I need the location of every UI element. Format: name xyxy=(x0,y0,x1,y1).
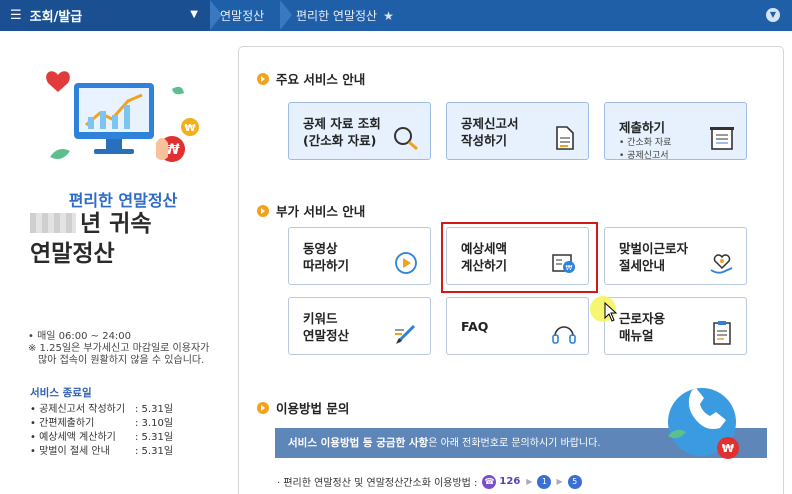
page-title: 년 귀속 연말정산 xyxy=(30,209,152,269)
breadcrumb-label: 편리한 연말정산 xyxy=(296,9,378,23)
breadcrumb-separator xyxy=(280,0,294,31)
list-item: • 공제신고서 작성하기 : 5.31일 xyxy=(30,403,230,417)
item-date: : 5.31일 xyxy=(135,404,174,415)
left-panel: ₩ ₩ 편리한 연말정산 년 귀속 연말정산 • 매일 06:00 ~ 24:0… xyxy=(0,31,238,494)
banner-text: 은 아래 전화번호로 문의하시기 바랍니다. xyxy=(428,438,601,449)
notice-line2: 많아 접속이 원활하지 않을 수 있습니다. xyxy=(38,355,205,366)
bullet-play-icon xyxy=(257,204,269,217)
item-date: : 5.31일 xyxy=(135,432,174,443)
item-name: • 간편제출하기 xyxy=(30,418,95,429)
headset-icon xyxy=(552,326,576,344)
phone-illustration: ₩ xyxy=(668,388,739,459)
footer-usage: · 편리한 연말정산 및 연말정산간소화 이용방법 : ☎ 126 ▶ 1 ▶ … xyxy=(277,474,585,489)
card-submit[interactable]: 제출하기 • 간소화 자료 • 공제신고서 xyxy=(604,102,747,161)
service-end-list: • 공제신고서 작성하기 : 5.31일 • 간편제출하기 : 3.10일 • 예상… xyxy=(30,403,230,459)
manual-icon xyxy=(713,321,731,345)
section-contact: 이용방법 문의 xyxy=(257,398,349,417)
step-badge: 5 xyxy=(567,474,582,489)
monitor-illustration: ₩ ₩ xyxy=(46,71,199,162)
play-icon xyxy=(395,252,417,274)
document-icon xyxy=(556,126,574,150)
section-title: 주요 서비스 안내 xyxy=(276,72,366,87)
card-label: 공제신고서 작성하기 xyxy=(461,116,519,148)
bullet-play-icon xyxy=(257,72,269,85)
card-keyword-year-end[interactable]: 키워드 연말정산 xyxy=(288,297,431,355)
breadcrumb-year-end[interactable]: 연말정산 xyxy=(220,0,264,31)
card-sub-item: • 공제신고서 xyxy=(619,151,669,161)
breadcrumb-easy-year-end[interactable]: 편리한 연말정산 ★ xyxy=(296,0,394,31)
star-icon[interactable]: ★ xyxy=(383,9,394,23)
footer-text: · 편리한 연말정산 및 연말정산간소화 이용방법 : xyxy=(277,478,478,489)
card-label: 맞벌이근로자 절세안내 xyxy=(619,241,689,273)
page-title-line2: 연말정산 xyxy=(30,241,115,267)
top-nav-bar: ☰ 조회/발급 ▼ 연말정산 편리한 연말정산 ★ ▼ xyxy=(0,0,792,31)
service-hours: • 매일 06:00 ~ 24:00 xyxy=(28,331,132,342)
card-faq[interactable]: FAQ xyxy=(446,297,589,355)
section-title: 이용방법 문의 xyxy=(276,401,350,416)
arrow-icon: ▶ xyxy=(526,477,533,486)
page-title-line1: 년 귀속 xyxy=(80,211,152,237)
printer-icon xyxy=(710,127,734,150)
menu-dropdown[interactable]: ☰ 조회/발급 ▼ xyxy=(0,0,210,31)
card-deduction-lookup[interactable]: 공제 자료 조회 (간소화 자료) xyxy=(288,102,431,160)
card-worker-manual[interactable]: 근로자용 매뉴얼 xyxy=(604,297,747,355)
card-dual-income-guide[interactable]: 맞벌이근로자 절세안내 xyxy=(604,227,747,285)
phone-number: 126 xyxy=(499,476,521,487)
notice-line1: ※ 1.25일은 부가세신고 마감일로 이용자가 xyxy=(28,343,210,354)
phone-icon: ☎ xyxy=(482,474,497,489)
arrow-icon: ▶ xyxy=(556,477,563,486)
item-date: : 3.10일 xyxy=(135,418,174,429)
step-badge: 1 xyxy=(537,474,552,489)
hamburger-icon: ☰ xyxy=(10,8,22,23)
highlight-box xyxy=(441,222,598,293)
hero-title: 편리한 연말정산 xyxy=(68,191,178,210)
svg-text:₩: ₩ xyxy=(184,123,195,134)
menu-label: 조회/발급 xyxy=(29,10,83,25)
service-end-title: 서비스 종료일 xyxy=(30,387,92,399)
card-label: FAQ xyxy=(461,319,489,334)
card-sub-item: • 간소화 자료 xyxy=(619,138,672,148)
list-item: • 예상세액 계산하기 : 5.31일 xyxy=(30,431,230,445)
card-video-tutorial[interactable]: 동영상 따라하기 xyxy=(288,227,431,285)
pencil-icon xyxy=(395,324,416,344)
magnifier-icon xyxy=(394,127,418,151)
card-label: 키워드 연말정산 xyxy=(303,311,350,343)
mouse-cursor-icon xyxy=(604,302,618,322)
section-extra-services: 부가 서비스 안내 xyxy=(257,201,365,220)
list-item: • 간편제출하기 : 3.10일 xyxy=(30,417,230,431)
svg-text:₩: ₩ xyxy=(722,442,734,455)
section-title: 부가 서비스 안내 xyxy=(276,204,366,219)
card-title: 제출하기 xyxy=(619,120,666,135)
service-hours-info: • 매일 06:00 ~ 24:00 ※ 1.25일은 부가세신고 마감일로 이… xyxy=(28,331,233,367)
caret-down-icon: ▼ xyxy=(190,9,198,20)
card-label: 공제 자료 조회 (간소화 자료) xyxy=(303,116,381,148)
item-name: • 예상세액 계산하기 xyxy=(30,432,116,443)
list-item: • 맞벌이 절세 안내 : 5.31일 xyxy=(30,445,230,459)
bullet-play-icon xyxy=(257,401,269,414)
card-label: 근로자용 매뉴얼 xyxy=(619,311,666,343)
card-write-deduction-form[interactable]: 공제신고서 작성하기 xyxy=(446,102,589,160)
chevron-down-icon[interactable]: ▼ xyxy=(766,8,780,22)
item-name: • 맞벌이 절세 안내 xyxy=(30,446,110,457)
section-main-services: 주요 서비스 안내 xyxy=(257,69,365,88)
item-date: : 5.31일 xyxy=(135,446,174,457)
heart-hand-icon xyxy=(710,254,733,274)
banner-bold: 서비스 이용방법 등 궁금한 사항 xyxy=(288,437,429,449)
item-name: • 공제신고서 작성하기 xyxy=(30,404,126,415)
card-label: 동영상 따라하기 xyxy=(303,241,350,273)
